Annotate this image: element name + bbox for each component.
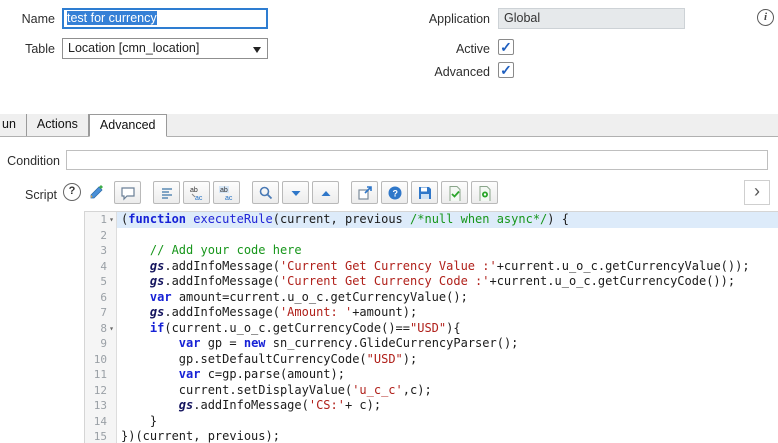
chevron-down-icon	[253, 47, 261, 53]
code-line[interactable]: var amount=current.u_o_c.getCurrencyValu…	[117, 290, 778, 306]
code-line[interactable]: (function executeRule(current, previous …	[117, 212, 778, 228]
code-line[interactable]: }	[117, 414, 778, 430]
script-label: Script	[25, 188, 57, 202]
create-macro-button[interactable]	[471, 181, 498, 204]
line-number[interactable]: 6	[85, 290, 116, 306]
condition-label: Condition	[7, 154, 60, 168]
code-line[interactable]: gs.addInfoMessage('Amount: '+amount);	[117, 305, 778, 321]
code-line[interactable]: current.setDisplayValue('u_c_c',c);	[117, 383, 778, 399]
svg-text:?: ?	[392, 188, 398, 198]
line-number[interactable]: 5	[85, 274, 116, 290]
script-debugger-icon[interactable]	[88, 182, 108, 202]
code-line[interactable]: })(current, previous);	[117, 429, 778, 443]
name-input-selected-text: test for currency	[67, 11, 157, 25]
line-number[interactable]: 12	[85, 383, 116, 399]
application-field: Global	[498, 8, 685, 29]
table-select[interactable]: Location [cmn_location]	[62, 38, 268, 59]
replace-all-button[interactable]: ab ac	[213, 181, 240, 204]
syntax-check-button[interactable]	[441, 181, 468, 204]
svg-text:ac: ac	[225, 195, 233, 201]
toggle-comment-button[interactable]	[114, 181, 141, 204]
script-toolbar: ab ac ab ac?	[114, 181, 498, 204]
editor-help-button[interactable]: ?	[381, 181, 408, 204]
line-number[interactable]: 11	[85, 367, 116, 383]
find-previous-button[interactable]	[312, 181, 339, 204]
code-line[interactable]: gs.addInfoMessage('Current Get Currency …	[117, 274, 778, 290]
code-line[interactable]: gs.addInfoMessage('Current Get Currency …	[117, 259, 778, 275]
advanced-label: Advanced	[434, 65, 490, 79]
line-number[interactable]: 4	[85, 259, 116, 275]
svg-text:ab: ab	[190, 187, 198, 194]
editor-gutter[interactable]: 1 ▾ 2 3 4 5 6 7 8 ▾ 9 10 11 12 13 14 15	[85, 212, 117, 443]
code-line[interactable]: if(current.u_o_c.getCurrencyCode()=="USD…	[117, 321, 778, 337]
tab-actions[interactable]: Actions	[27, 114, 89, 136]
line-number[interactable]: 15	[85, 429, 116, 443]
active-checkbox[interactable]: ✓	[498, 39, 514, 55]
info-icon[interactable]	[757, 9, 774, 26]
code-line[interactable]	[117, 228, 778, 244]
table-label: Table	[25, 42, 55, 56]
application-label: Application	[428, 12, 490, 26]
fold-arrow-icon[interactable]: ▾	[107, 321, 116, 337]
fold-arrow-icon[interactable]: ▾	[107, 212, 116, 228]
save-button[interactable]	[411, 181, 438, 204]
code-line[interactable]: var c=gp.parse(amount);	[117, 367, 778, 383]
code-line[interactable]: // Add your code here	[117, 243, 778, 259]
line-number[interactable]: 13	[85, 398, 116, 414]
name-label: Name	[21, 12, 55, 26]
tab-un[interactable]: un	[0, 114, 27, 136]
code-line[interactable]: gp.setDefaultCurrencyCode("USD");	[117, 352, 778, 368]
line-number[interactable]: 9	[85, 336, 116, 352]
editor-code[interactable]: (function executeRule(current, previous …	[117, 212, 778, 443]
find-next-button[interactable]	[282, 181, 309, 204]
line-number[interactable]: 14	[85, 414, 116, 430]
svg-text:ab: ab	[220, 187, 228, 194]
format-code-button[interactable]	[153, 181, 180, 204]
active-label: Active	[455, 42, 490, 56]
code-line[interactable]: var gp = new sn_currency.GlideCurrencyPa…	[117, 336, 778, 352]
line-number[interactable]: 8 ▾	[85, 321, 116, 337]
line-number[interactable]: 7	[85, 305, 116, 321]
line-number[interactable]: 1 ▾	[85, 212, 116, 228]
script-editor[interactable]: 1 ▾ 2 3 4 5 6 7 8 ▾ 9 10 11 12 13 14 15 (fun…	[84, 211, 778, 443]
search-button[interactable]	[252, 181, 279, 204]
tab-advanced[interactable]: Advanced	[88, 114, 167, 137]
code-line[interactable]: gs.addInfoMessage('CS:'+ c);	[117, 398, 778, 414]
line-number[interactable]: 3	[85, 243, 116, 259]
replace-button[interactable]: ab ac	[183, 181, 210, 204]
field-help-icon[interactable]	[63, 183, 81, 201]
line-number[interactable]: 10	[85, 352, 116, 368]
condition-input[interactable]	[66, 150, 768, 170]
table-select-value: Location [cmn_location]	[68, 41, 200, 55]
name-input[interactable]: test for currency	[62, 8, 268, 29]
toolbar-expand-button[interactable]	[744, 180, 770, 205]
open-in-window-button[interactable]	[351, 181, 378, 204]
business-rule-form: Name test for currency Application Globa…	[0, 0, 778, 443]
tab-bar: un Actions Advanced	[0, 114, 778, 137]
svg-text:ac: ac	[195, 195, 203, 201]
advanced-checkbox[interactable]: ✓	[498, 62, 514, 78]
line-number[interactable]: 2	[85, 228, 116, 244]
